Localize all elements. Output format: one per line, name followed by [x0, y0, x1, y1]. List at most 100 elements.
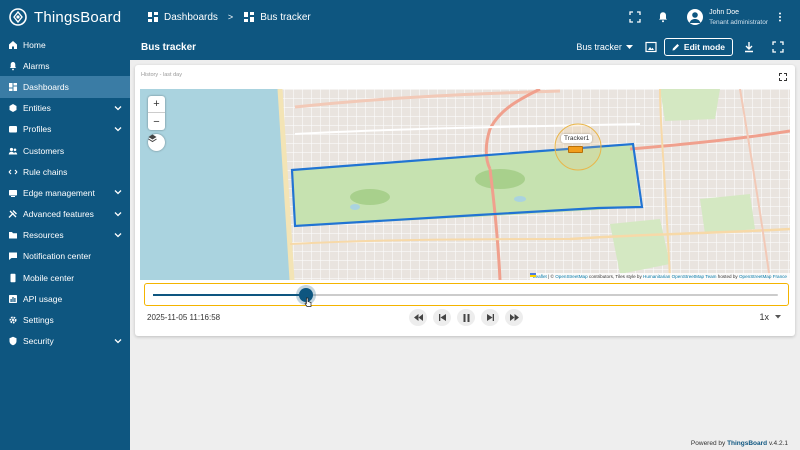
avatar — [687, 9, 704, 25]
fast-forward-icon — [509, 314, 519, 321]
footer-brand-link[interactable]: ThingsBoard — [727, 440, 767, 447]
chevron-down-icon — [114, 211, 122, 216]
sidebar-item-mobile-center[interactable]: Mobile center — [0, 267, 130, 288]
breadcrumb-label: Dashboards — [164, 11, 218, 23]
fast-forward-button[interactable] — [505, 309, 523, 326]
skip-previous-icon — [438, 314, 446, 321]
layers-button[interactable] — [148, 134, 165, 151]
pause-button[interactable] — [457, 309, 475, 326]
dashboard-actions: Bus tracker Edit mode — [576, 34, 800, 60]
footer-version: v.4.2.1 — [767, 440, 788, 447]
sidebar-item-alarms[interactable]: Alarms — [0, 55, 130, 76]
zoom-in-button[interactable]: + — [148, 96, 165, 113]
chevron-down-icon — [114, 126, 122, 132]
footer-prefix: Powered by — [690, 440, 728, 447]
slider-track[interactable] — [153, 288, 778, 307]
timeline-slider[interactable] — [144, 283, 789, 307]
notifications-bell-icon[interactable] — [657, 11, 669, 23]
speed-select[interactable]: 1x — [759, 312, 781, 322]
map[interactable]: + − Tracker1 Leaflet | © OpenStreetMap c… — [140, 89, 790, 280]
sidebar-item-api-usage[interactable]: API usage — [0, 288, 130, 309]
sidebar-item-label: Customers — [23, 145, 65, 156]
logo-text: ThingsBoard — [34, 8, 122, 26]
zoom-out-button[interactable]: − — [148, 113, 165, 130]
chevron-down-icon — [114, 338, 122, 344]
sidebar-item-customers[interactable]: Customers — [0, 140, 130, 161]
dashboard-state-select[interactable]: Bus tracker — [576, 42, 633, 52]
chevron-down-icon — [114, 232, 122, 238]
sidebar-item-label: Edge management — [23, 187, 95, 198]
image-export-icon[interactable] — [645, 41, 657, 53]
shield-icon — [9, 337, 17, 346]
osm-france-link[interactable]: OpenStreetMap France — [739, 274, 787, 279]
sidebar-item-notification-center[interactable]: Notification center — [0, 246, 130, 267]
dropdown-arrow-icon — [775, 315, 781, 319]
skip-next-icon — [486, 314, 494, 321]
dashboard-icon — [9, 82, 17, 91]
folder-icon — [9, 232, 17, 239]
dashboard-icon — [244, 12, 255, 22]
topbar-actions: John Doe Tenant administrator — [629, 0, 800, 34]
fullscreen-icon[interactable] — [772, 41, 784, 53]
widget-fullscreen-icon[interactable] — [779, 73, 787, 81]
sidebar-item-profiles[interactable]: Profiles — [0, 119, 130, 140]
breadcrumb-dashboards[interactable]: Dashboards — [147, 11, 218, 23]
hot-link[interactable]: Humanitarian OpenStreetMap Team — [643, 274, 716, 279]
sidebar-item-label: API usage — [23, 293, 63, 304]
chevron-down-icon — [114, 190, 122, 195]
pause-icon — [463, 313, 469, 322]
timestamp: 2025-11-05 11:16:58 — [147, 313, 221, 322]
sidebar-item-edge-management[interactable]: Edge management — [0, 182, 130, 203]
map-attribution: Leaflet | © OpenStreetMap contributors, … — [529, 273, 790, 280]
dropdown-arrow-icon — [625, 44, 633, 49]
sidebar-item-security[interactable]: Security — [0, 331, 130, 352]
sidebar-item-dashboards[interactable]: Dashboards — [0, 76, 130, 98]
bus-marker-icon[interactable] — [568, 146, 583, 153]
rule-chains-icon — [8, 169, 18, 175]
slider-fill — [153, 294, 306, 296]
edge-icon — [9, 189, 17, 197]
sidebar-item-label: Entities — [23, 103, 51, 114]
skip-next-button[interactable] — [481, 309, 499, 326]
breadcrumb-separator: > — [227, 12, 234, 22]
fast-rewind-button[interactable] — [409, 309, 427, 326]
footer: Powered by ThingsBoard v.4.2.1 — [691, 440, 788, 447]
fast-rewind-icon — [413, 314, 423, 321]
ukraine-flag-icon — [529, 273, 536, 277]
user-menu[interactable]: John Doe Tenant administrator — [687, 8, 768, 27]
edit-mode-button[interactable]: Edit mode — [663, 38, 733, 56]
entities-icon — [9, 104, 17, 113]
sidebar-item-rule-chains[interactable]: Rule chains — [0, 161, 130, 182]
breadcrumb-label: Bus tracker — [260, 11, 311, 23]
pencil-icon — [672, 44, 679, 51]
speed-value: 1x — [759, 312, 769, 322]
top-bar: Dashboards > Bus tracker John Doe Tenant… — [130, 0, 800, 34]
sidebar-item-entities[interactable]: Entities — [0, 98, 130, 119]
attribution-text: hosted by — [716, 274, 739, 279]
skip-previous-button[interactable] — [433, 309, 451, 326]
sidebar-item-advanced-features[interactable]: Advanced features — [0, 204, 130, 225]
sidebar-item-resources[interactable]: Resources — [0, 225, 130, 246]
edit-mode-label: Edit mode — [683, 42, 725, 52]
attribution-text: contributors, Tiles style by — [587, 274, 644, 279]
sidebar-item-label: Mobile center — [23, 272, 75, 283]
sidebar-item-home[interactable]: Home — [0, 34, 130, 55]
logo[interactable]: ThingsBoard — [0, 0, 130, 34]
profiles-icon — [9, 126, 17, 133]
customers-icon — [8, 147, 18, 155]
osm-link[interactable]: OpenStreetMap — [555, 274, 587, 279]
fullscreen-icon[interactable] — [629, 11, 641, 23]
more-vert-icon[interactable] — [774, 11, 786, 23]
sidebar-item-label: Advanced features — [23, 209, 94, 220]
sidebar-item-settings[interactable]: Settings — [0, 309, 130, 330]
sidebar-item-label: Alarms — [23, 60, 50, 71]
sidebar: ThingsBoard Home Alarms Dashboards Entities… — [0, 0, 130, 450]
download-icon[interactable] — [743, 41, 755, 53]
api-icon — [9, 294, 17, 303]
attribution-text: | © — [546, 274, 556, 279]
user-name: John Doe — [709, 8, 740, 16]
state-select-label: Bus tracker — [576, 42, 622, 52]
dashboard-toolbar: Bus tracker Bus tracker Edit mode — [130, 34, 800, 60]
sidebar-item-label: Rule chains — [23, 166, 68, 177]
user-avatar-icon — [689, 12, 701, 23]
